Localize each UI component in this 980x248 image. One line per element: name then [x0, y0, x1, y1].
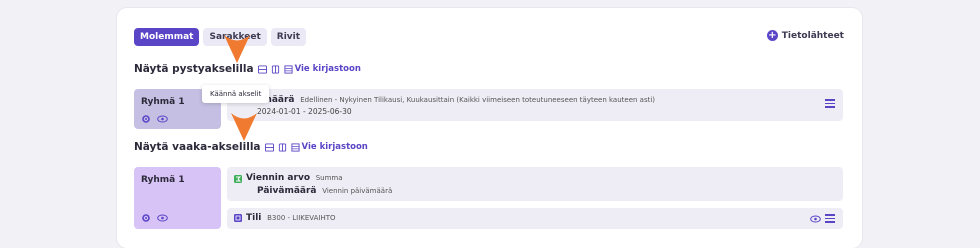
- group-actions: [141, 114, 168, 124]
- account-sub: B300 - LIIKEVAIHTO: [267, 214, 336, 222]
- gear-icon[interactable]: [141, 213, 151, 223]
- toggle-both[interactable]: Molemmat: [134, 28, 200, 46]
- library-icon: [284, 64, 293, 74]
- account-title: Tili: [246, 213, 262, 223]
- eye-icon[interactable]: [157, 114, 168, 124]
- group-card-horizontal[interactable]: Ryhmä 1: [134, 167, 221, 229]
- columns-icon[interactable]: [278, 142, 287, 152]
- date-line: Päivämäärä Viennin päivämäärä: [257, 186, 392, 196]
- display-toggle: Molemmat Sarakkeet Rivit: [134, 28, 307, 46]
- date-row[interactable]: Päivämäärä Edellinen - Nykyinen Tilikaus…: [227, 89, 843, 121]
- sources-button[interactable]: + Tietolähteet: [766, 30, 844, 41]
- group-label: Ryhmä 1: [141, 97, 185, 107]
- value-row[interactable]: Viennin arvo Summa Päivämäärä Viennin pä…: [227, 167, 843, 201]
- eye-icon[interactable]: [157, 213, 168, 223]
- columns-icon[interactable]: [271, 64, 280, 74]
- arrow-down-icon: [231, 113, 257, 141]
- export-library-link[interactable]: Vie kirjastoon: [284, 64, 361, 74]
- swap-axes-tooltip: Käännä akselit: [202, 85, 270, 103]
- menu-icon[interactable]: [825, 212, 835, 225]
- arrow-down-icon: [224, 35, 250, 63]
- gear-icon[interactable]: [141, 114, 151, 124]
- sources-label: Tietolähteet: [781, 30, 844, 41]
- export-library-link[interactable]: Vie kirjastoon: [290, 142, 368, 152]
- swap-axis-icon[interactable]: [257, 64, 267, 74]
- plus-icon: +: [766, 30, 778, 41]
- export-library-label: Vie kirjastoon: [301, 142, 368, 152]
- account-row[interactable]: Tili B300 - LIIKEVAIHTO: [227, 208, 843, 229]
- date-description: Edellinen - Nykyinen Tilikausi, Kuukausi…: [300, 96, 656, 104]
- value-sub: Summa: [315, 174, 343, 182]
- date-range: 2024-01-01 - 2025-06-30: [257, 107, 352, 116]
- account-icon: [234, 214, 242, 222]
- date-title: Päivämäärä: [257, 186, 317, 196]
- date-row-line: Päivämäärä Edellinen - Nykyinen Tilikaus…: [235, 95, 655, 105]
- menu-icon[interactable]: [825, 97, 835, 110]
- eye-icon[interactable]: [810, 214, 821, 224]
- toggle-rows[interactable]: Rivit: [270, 28, 307, 46]
- group-label: Ryhmä 1: [141, 175, 185, 185]
- library-icon: [290, 142, 300, 152]
- group-actions: [141, 213, 168, 223]
- export-library-label: Vie kirjastoon: [294, 64, 361, 74]
- value-line: Viennin arvo Summa: [246, 173, 343, 183]
- account-line: Tili B300 - LIIKEVAIHTO: [246, 213, 336, 223]
- value-title: Viennin arvo: [246, 173, 310, 183]
- sum-icon: [234, 175, 242, 183]
- swap-axis-icon[interactable]: [264, 142, 274, 152]
- date-sub: Viennin päivämäärä: [322, 187, 393, 195]
